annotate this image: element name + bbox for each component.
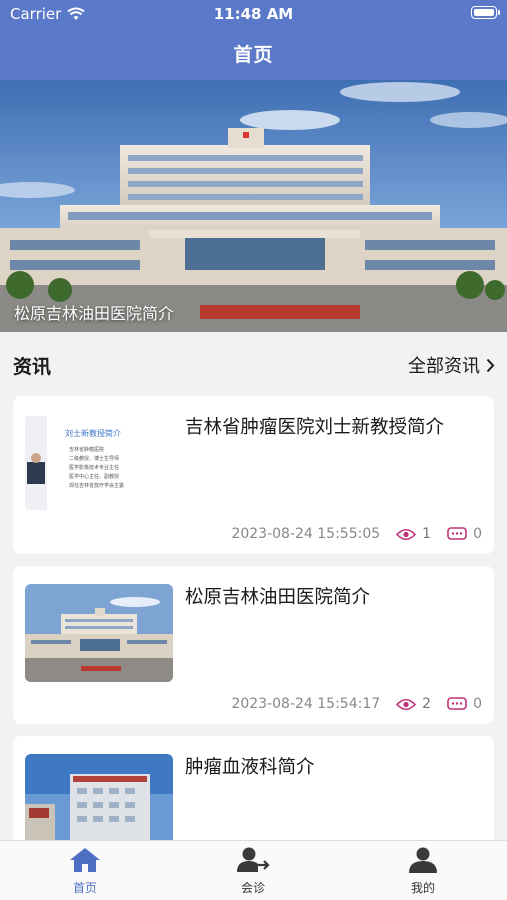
article-title: 肿瘤血液科简介	[185, 757, 315, 778]
user-icon	[409, 847, 437, 873]
comment-icon	[447, 696, 467, 710]
article-date: 2023-08-24 15:55:05	[231, 526, 381, 542]
chevron-right-icon	[486, 358, 495, 372]
eye-icon	[396, 698, 417, 710]
tab-home[interactable]: 首页	[45, 847, 125, 897]
view-count: 1	[422, 526, 432, 542]
hospital-thumbnail-image	[25, 584, 173, 682]
status-bar: Carrier 11:48 AM	[0, 0, 507, 28]
news-card[interactable]: 肿瘤血液科简介	[13, 736, 494, 840]
news-card[interactable]: 刘士新教授简介 吉林省肿瘤医院 二级教授、博士生导师 医学影像技术专业主任 医学…	[13, 396, 494, 554]
article-meta: 2023-08-24 15:54:17 2 0	[231, 696, 482, 712]
article-title: 松原吉林油田医院简介	[185, 587, 371, 608]
tab-consultation[interactable]: 会诊	[213, 847, 293, 897]
slide-line: 吉林省肿瘤医院	[69, 447, 105, 453]
tab-home-label: 首页	[72, 881, 97, 895]
article-thumbnail	[25, 584, 173, 682]
news-section-header: 资讯 全部资讯	[0, 332, 507, 392]
banner-carousel[interactable]: 松原吉林油田医院简介	[0, 80, 507, 332]
slide-line: 二级教授、博士生导师	[69, 456, 120, 462]
eye-icon	[396, 528, 417, 540]
tab-bar: 首页 会诊 我的	[0, 840, 507, 900]
section-title: 资讯	[13, 356, 52, 378]
header: Carrier 11:48 AM 首页	[0, 0, 507, 80]
comment-count: 0	[473, 526, 482, 542]
department-thumbnail-image	[25, 754, 173, 840]
slide-line: 医学影像技术专业主任	[69, 465, 120, 471]
all-news-label: 全部资讯	[408, 356, 480, 377]
article-title: 吉林省肿瘤医院刘士新教授简介	[185, 417, 445, 438]
comment-count: 0	[473, 696, 482, 712]
battery-icon	[471, 6, 500, 19]
clock: 11:48 AM	[213, 5, 294, 23]
banner-caption: 松原吉林油田医院简介	[14, 304, 175, 323]
page-title: 首页	[233, 44, 274, 66]
article-meta: 2023-08-24 15:55:05 1 0	[231, 526, 482, 542]
article-thumbnail	[25, 754, 173, 840]
article-date: 2023-08-24 15:54:17	[231, 696, 381, 712]
slide-line: 医学中心主任、副教授	[69, 474, 120, 480]
view-count: 2	[422, 696, 432, 712]
news-card[interactable]: 松原吉林油田医院简介 2023-08-24 15:54:17 2 0	[13, 566, 494, 724]
tab-consultation-label: 会诊	[240, 881, 265, 895]
all-news-link[interactable]: 全部资讯	[408, 352, 495, 378]
home-icon	[70, 848, 100, 872]
hospital-photo	[0, 80, 507, 332]
article-thumbnail: 刘士新教授简介 吉林省肿瘤医院 二级教授、博士生导师 医学影像技术专业主任 医学…	[25, 414, 173, 512]
slide-line: 现任吉林省放疗学会主委	[69, 483, 125, 489]
user-transfer-icon	[237, 847, 270, 872]
tab-profile-label: 我的	[410, 881, 435, 895]
tab-profile[interactable]: 我的	[383, 847, 463, 897]
comment-icon	[447, 526, 467, 540]
slide-heading: 刘士新教授简介	[65, 429, 121, 438]
